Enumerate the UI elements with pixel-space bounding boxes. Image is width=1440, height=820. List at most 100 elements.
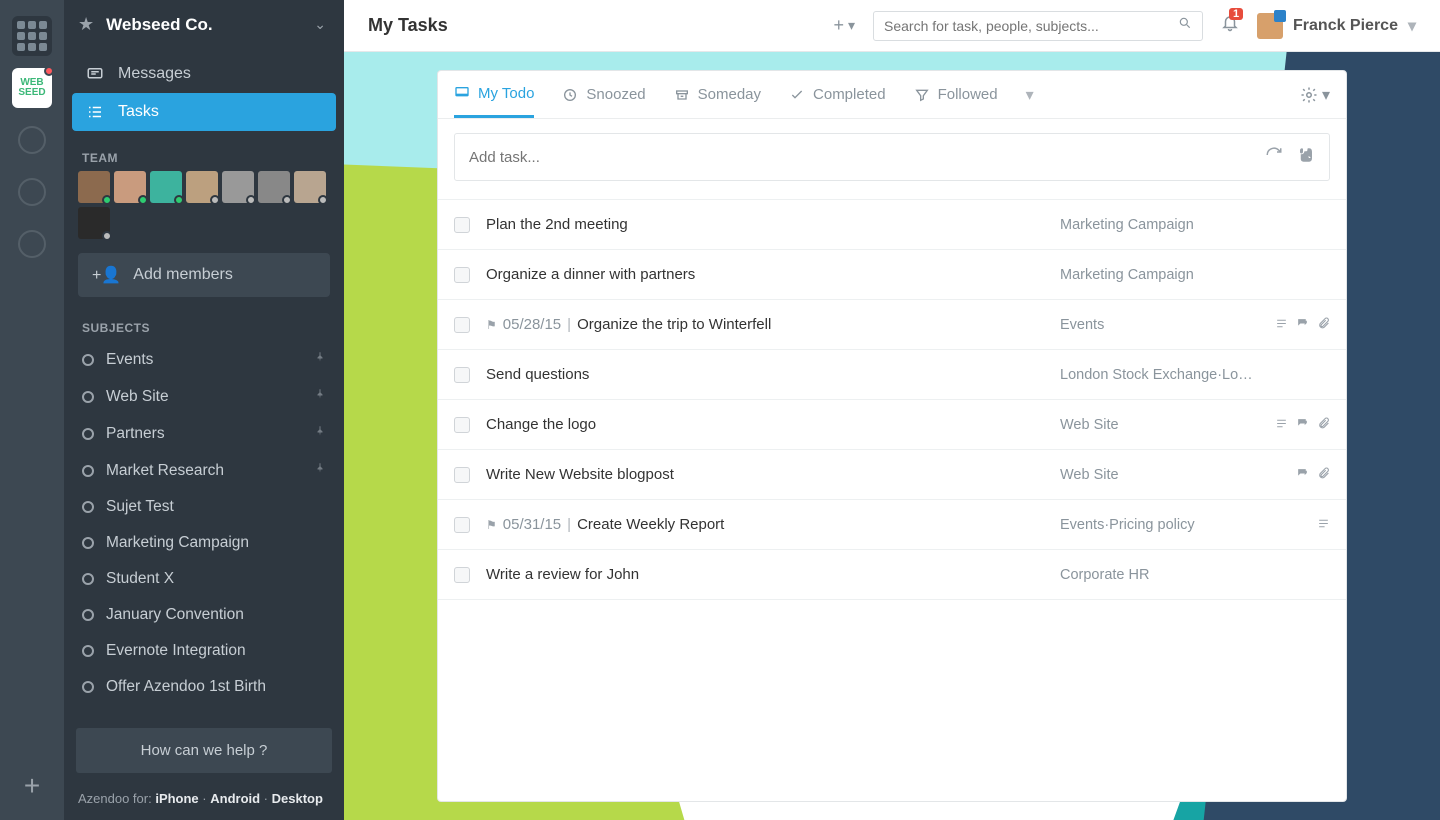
avatar[interactable] — [78, 171, 110, 203]
monitor-icon — [454, 85, 470, 101]
apps-switcher[interactable] — [12, 16, 52, 56]
add-person-icon: +👤 — [92, 265, 121, 285]
workspace-webseed[interactable]: WEBSEED — [12, 68, 52, 108]
nav-tasks[interactable]: Tasks — [72, 93, 336, 131]
subject-item[interactable]: Marketing Campaign — [64, 525, 344, 561]
subject-item[interactable]: Events — [64, 341, 344, 378]
avatar[interactable] — [78, 207, 110, 239]
workspace-other-1[interactable] — [12, 120, 52, 160]
subject-item[interactable]: Partners — [64, 415, 344, 452]
task-row[interactable]: Organize a dinner with partners Marketin… — [438, 250, 1346, 300]
subject-item[interactable]: Web Site — [64, 378, 344, 415]
link-android[interactable]: Android — [210, 791, 260, 806]
link-iphone[interactable]: iPhone — [155, 791, 198, 806]
subject-item[interactable]: Sujet Test — [64, 489, 344, 525]
subject-name: Offer Azendoo 1st Birth — [106, 678, 266, 696]
workspace-other-2[interactable] — [12, 172, 52, 212]
circle-icon — [82, 681, 94, 693]
avatar[interactable] — [114, 171, 146, 203]
subject-item[interactable]: Evernote Integration — [64, 633, 344, 669]
avatar[interactable] — [258, 171, 290, 203]
add-members-label: Add members — [133, 266, 233, 284]
circle-icon — [82, 465, 94, 477]
subject-item[interactable]: Student X — [64, 561, 344, 597]
comment-icon — [1296, 417, 1309, 433]
task-project: Marketing Campaign — [1060, 217, 1260, 233]
subject-name: Evernote Integration — [106, 642, 246, 660]
more-tabs-button[interactable]: ▾ — [1026, 85, 1034, 105]
avatar[interactable] — [294, 171, 326, 203]
sidebar: ★ Webseed Co. ⌄ Messages Tasks TEAM +👤 A… — [64, 0, 344, 820]
task-checkbox[interactable] — [454, 467, 470, 483]
add-members-button[interactable]: +👤 Add members — [78, 253, 330, 297]
gear-icon — [1300, 86, 1318, 104]
workspace-other-3[interactable] — [12, 224, 52, 264]
task-project: Web Site — [1060, 417, 1260, 433]
team-avatars — [64, 171, 344, 247]
task-row[interactable]: Change the logo Web Site — [438, 400, 1346, 450]
task-checkbox[interactable] — [454, 367, 470, 383]
task-checkbox[interactable] — [454, 217, 470, 233]
tab-my-todo[interactable]: My Todo — [454, 71, 534, 118]
sidebar-footer: Azendoo for: iPhone · Android · Desktop — [64, 781, 344, 820]
notifications-button[interactable]: 1 — [1221, 14, 1239, 37]
add-workspace-button[interactable]: + — [24, 770, 40, 802]
task-project: Web Site — [1060, 467, 1260, 483]
refresh-icon[interactable] — [1265, 146, 1283, 169]
task-title: Organize a dinner with partners — [486, 266, 695, 283]
attach-icon — [1317, 417, 1330, 433]
pin-icon — [314, 350, 326, 369]
task-row[interactable]: ⚑05/28/15|Organize the trip to Winterfel… — [438, 300, 1346, 350]
notes-icon — [1275, 417, 1288, 433]
task-row[interactable]: Write New Website blogpost Web Site — [438, 450, 1346, 500]
notes-icon — [1317, 517, 1330, 533]
tab-someday[interactable]: Someday — [674, 71, 761, 118]
task-checkbox[interactable] — [454, 317, 470, 333]
subject-name: Student X — [106, 570, 174, 588]
app-rail: WEBSEED + — [0, 0, 64, 820]
task-checkbox[interactable] — [454, 517, 470, 533]
grid-icon — [17, 21, 47, 51]
avatar[interactable] — [222, 171, 254, 203]
task-checkbox[interactable] — [454, 567, 470, 583]
avatar[interactable] — [150, 171, 182, 203]
search-input[interactable] — [884, 18, 1178, 34]
quick-add-button[interactable]: + ▾ — [833, 15, 855, 36]
subject-name: Sujet Test — [106, 498, 174, 516]
circle-icon — [82, 645, 94, 657]
task-list: Plan the 2nd meeting Marketing Campaign … — [438, 199, 1346, 600]
chevron-down-icon: ⌄ — [314, 16, 326, 33]
nav-messages[interactable]: Messages — [72, 55, 336, 93]
user-menu[interactable]: Franck Pierce ▾ — [1257, 13, 1416, 39]
add-task-input[interactable] — [469, 149, 1251, 166]
subject-item[interactable]: January Convention — [64, 597, 344, 633]
subject-name: Marketing Campaign — [106, 534, 249, 552]
task-row[interactable]: Plan the 2nd meeting Marketing Campaign — [438, 200, 1346, 250]
workspace-switcher[interactable]: ★ Webseed Co. ⌄ — [64, 0, 344, 49]
avatar — [1257, 13, 1283, 39]
task-checkbox[interactable] — [454, 267, 470, 283]
tab-completed[interactable]: Completed — [789, 71, 886, 118]
attach-icon — [1317, 467, 1330, 483]
subject-item[interactable]: Offer Azendoo 1st Birth — [64, 669, 344, 705]
tab-followed[interactable]: Followed — [914, 71, 998, 118]
evernote-icon[interactable] — [1297, 146, 1315, 169]
link-desktop[interactable]: Desktop — [272, 791, 323, 806]
task-row[interactable]: Write a review for John Corporate HR — [438, 550, 1346, 600]
circle-icon — [82, 537, 94, 549]
subject-item[interactable]: Market Research — [64, 452, 344, 489]
add-task-box[interactable] — [454, 133, 1330, 181]
task-checkbox[interactable] — [454, 417, 470, 433]
comment-icon — [1296, 467, 1309, 483]
search-box[interactable] — [873, 11, 1203, 41]
flag-icon: ⚑ — [486, 518, 497, 532]
task-row[interactable]: ⚑05/31/15|Create Weekly Report Events·Pr… — [438, 500, 1346, 550]
star-icon: ★ — [78, 14, 94, 35]
tasks-settings-button[interactable]: ▾ — [1300, 85, 1330, 105]
check-icon — [789, 87, 805, 103]
avatar[interactable] — [186, 171, 218, 203]
tab-snoozed[interactable]: Snoozed — [562, 71, 645, 118]
task-project: Corporate HR — [1060, 567, 1260, 583]
task-row[interactable]: Send questions London Stock Exchange·Lon… — [438, 350, 1346, 400]
help-button[interactable]: How can we help ? — [76, 728, 332, 773]
